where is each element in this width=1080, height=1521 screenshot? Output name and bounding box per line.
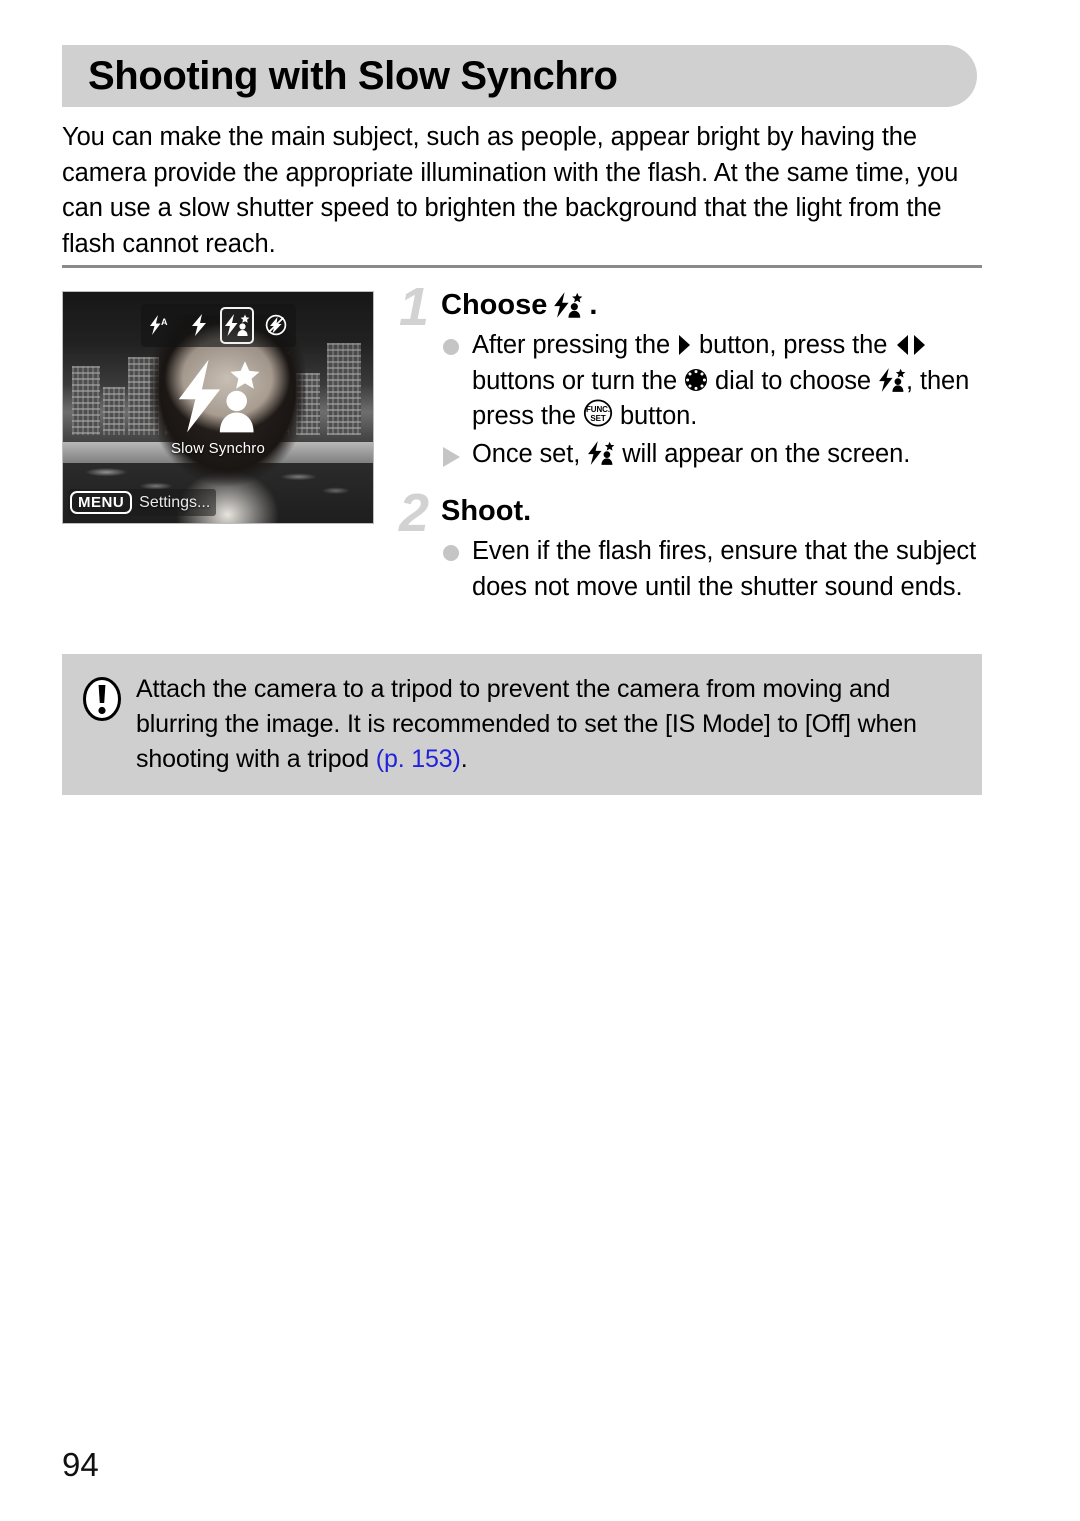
slow-synchro-icon — [878, 367, 906, 392]
flash-mode-option-slow-synchro[interactable] — [220, 306, 255, 345]
slow-synchro-icon — [553, 292, 583, 318]
step-heading-text: Choose — [441, 289, 548, 321]
menu-hint-label: Settings... — [139, 493, 211, 511]
slow-synchro-icon — [178, 359, 260, 433]
flash-mode-option-flash-on[interactable] — [182, 307, 216, 345]
step-1: 1 Choose . After pressing the button, pr… — [393, 280, 983, 472]
section-divider — [62, 265, 982, 268]
flash-auto-icon: A — [147, 315, 173, 336]
step-bullet: Even if the flash fires, ensure that the… — [441, 534, 983, 605]
svg-text:SET: SET — [590, 414, 605, 423]
svg-text:A: A — [161, 317, 168, 327]
menu-button-key: MENU — [70, 491, 133, 514]
flash-off-icon — [265, 314, 287, 336]
bullet-text: Once set, will appear on the screen. — [472, 439, 911, 468]
step-heading: Choose . — [441, 286, 983, 324]
caution-exclamation-icon — [82, 676, 126, 727]
page-number: 94 — [62, 1446, 99, 1483]
page-reference-link[interactable]: (p. 153) — [376, 745, 461, 773]
func-set-button-icon: FUNC. SET — [583, 399, 613, 427]
page-title: Shooting with Slow Synchro — [88, 54, 618, 98]
caution-note-box: Attach the camera to a tripod to prevent… — [62, 654, 982, 795]
selected-mode-caption: Slow Synchro — [170, 439, 266, 457]
flash-mode-option-flash-auto[interactable]: A — [143, 307, 177, 345]
control-dial-icon — [684, 368, 708, 392]
bullet-text: Even if the flash fires, ensure that the… — [472, 537, 977, 601]
slow-synchro-icon — [587, 440, 615, 465]
step-body: After pressing the button, press the but… — [441, 328, 983, 472]
camera-screen-illustration: A Slow Synchro MENU Settings... — [62, 291, 374, 524]
bullet-text: After pressing the button, press the but… — [472, 331, 970, 430]
step-bullet: Once set, will appear on the screen. — [441, 437, 983, 473]
left-right-buttons-icon — [894, 334, 928, 356]
caution-text-after-link: . — [460, 745, 468, 773]
flash-mode-strip[interactable]: A — [140, 303, 296, 348]
step-2: 2 Shoot. Even if the flash fires, ensure… — [393, 486, 983, 605]
svg-text:FUNC.: FUNC. — [586, 405, 610, 414]
right-button-icon — [677, 334, 692, 356]
slow-synchro-icon — [224, 314, 250, 337]
bullet-triangle-icon — [443, 446, 460, 467]
bullet-dot-icon — [443, 339, 459, 355]
step-body: Even if the flash fires, ensure that the… — [441, 534, 983, 605]
selected-mode-large-icon — [172, 357, 265, 436]
flash-mode-option-flash-off[interactable] — [259, 307, 293, 345]
bullet-dot-icon — [443, 545, 459, 561]
step-heading: Shoot. — [441, 492, 983, 530]
manual-page: Shooting with Slow Synchro You can make … — [0, 0, 1080, 1521]
step-heading-text: Shoot. — [441, 495, 532, 527]
procedure-steps: 1 Choose . After pressing the button, pr… — [393, 280, 983, 619]
flash-on-icon — [190, 314, 208, 337]
intro-paragraph: You can make the main subject, such as p… — [62, 123, 959, 258]
step-number: 2 — [398, 483, 430, 543]
step-heading-suffix: . — [589, 289, 598, 321]
step-bullet: After pressing the button, press the but… — [441, 328, 983, 435]
caution-note-text: Attach the camera to a tripod to prevent… — [126, 672, 960, 777]
caution-text-before-link: Attach the camera to a tripod to prevent… — [136, 675, 917, 773]
step-number: 1 — [398, 277, 430, 337]
menu-settings-hint[interactable]: MENU Settings... — [68, 489, 217, 516]
